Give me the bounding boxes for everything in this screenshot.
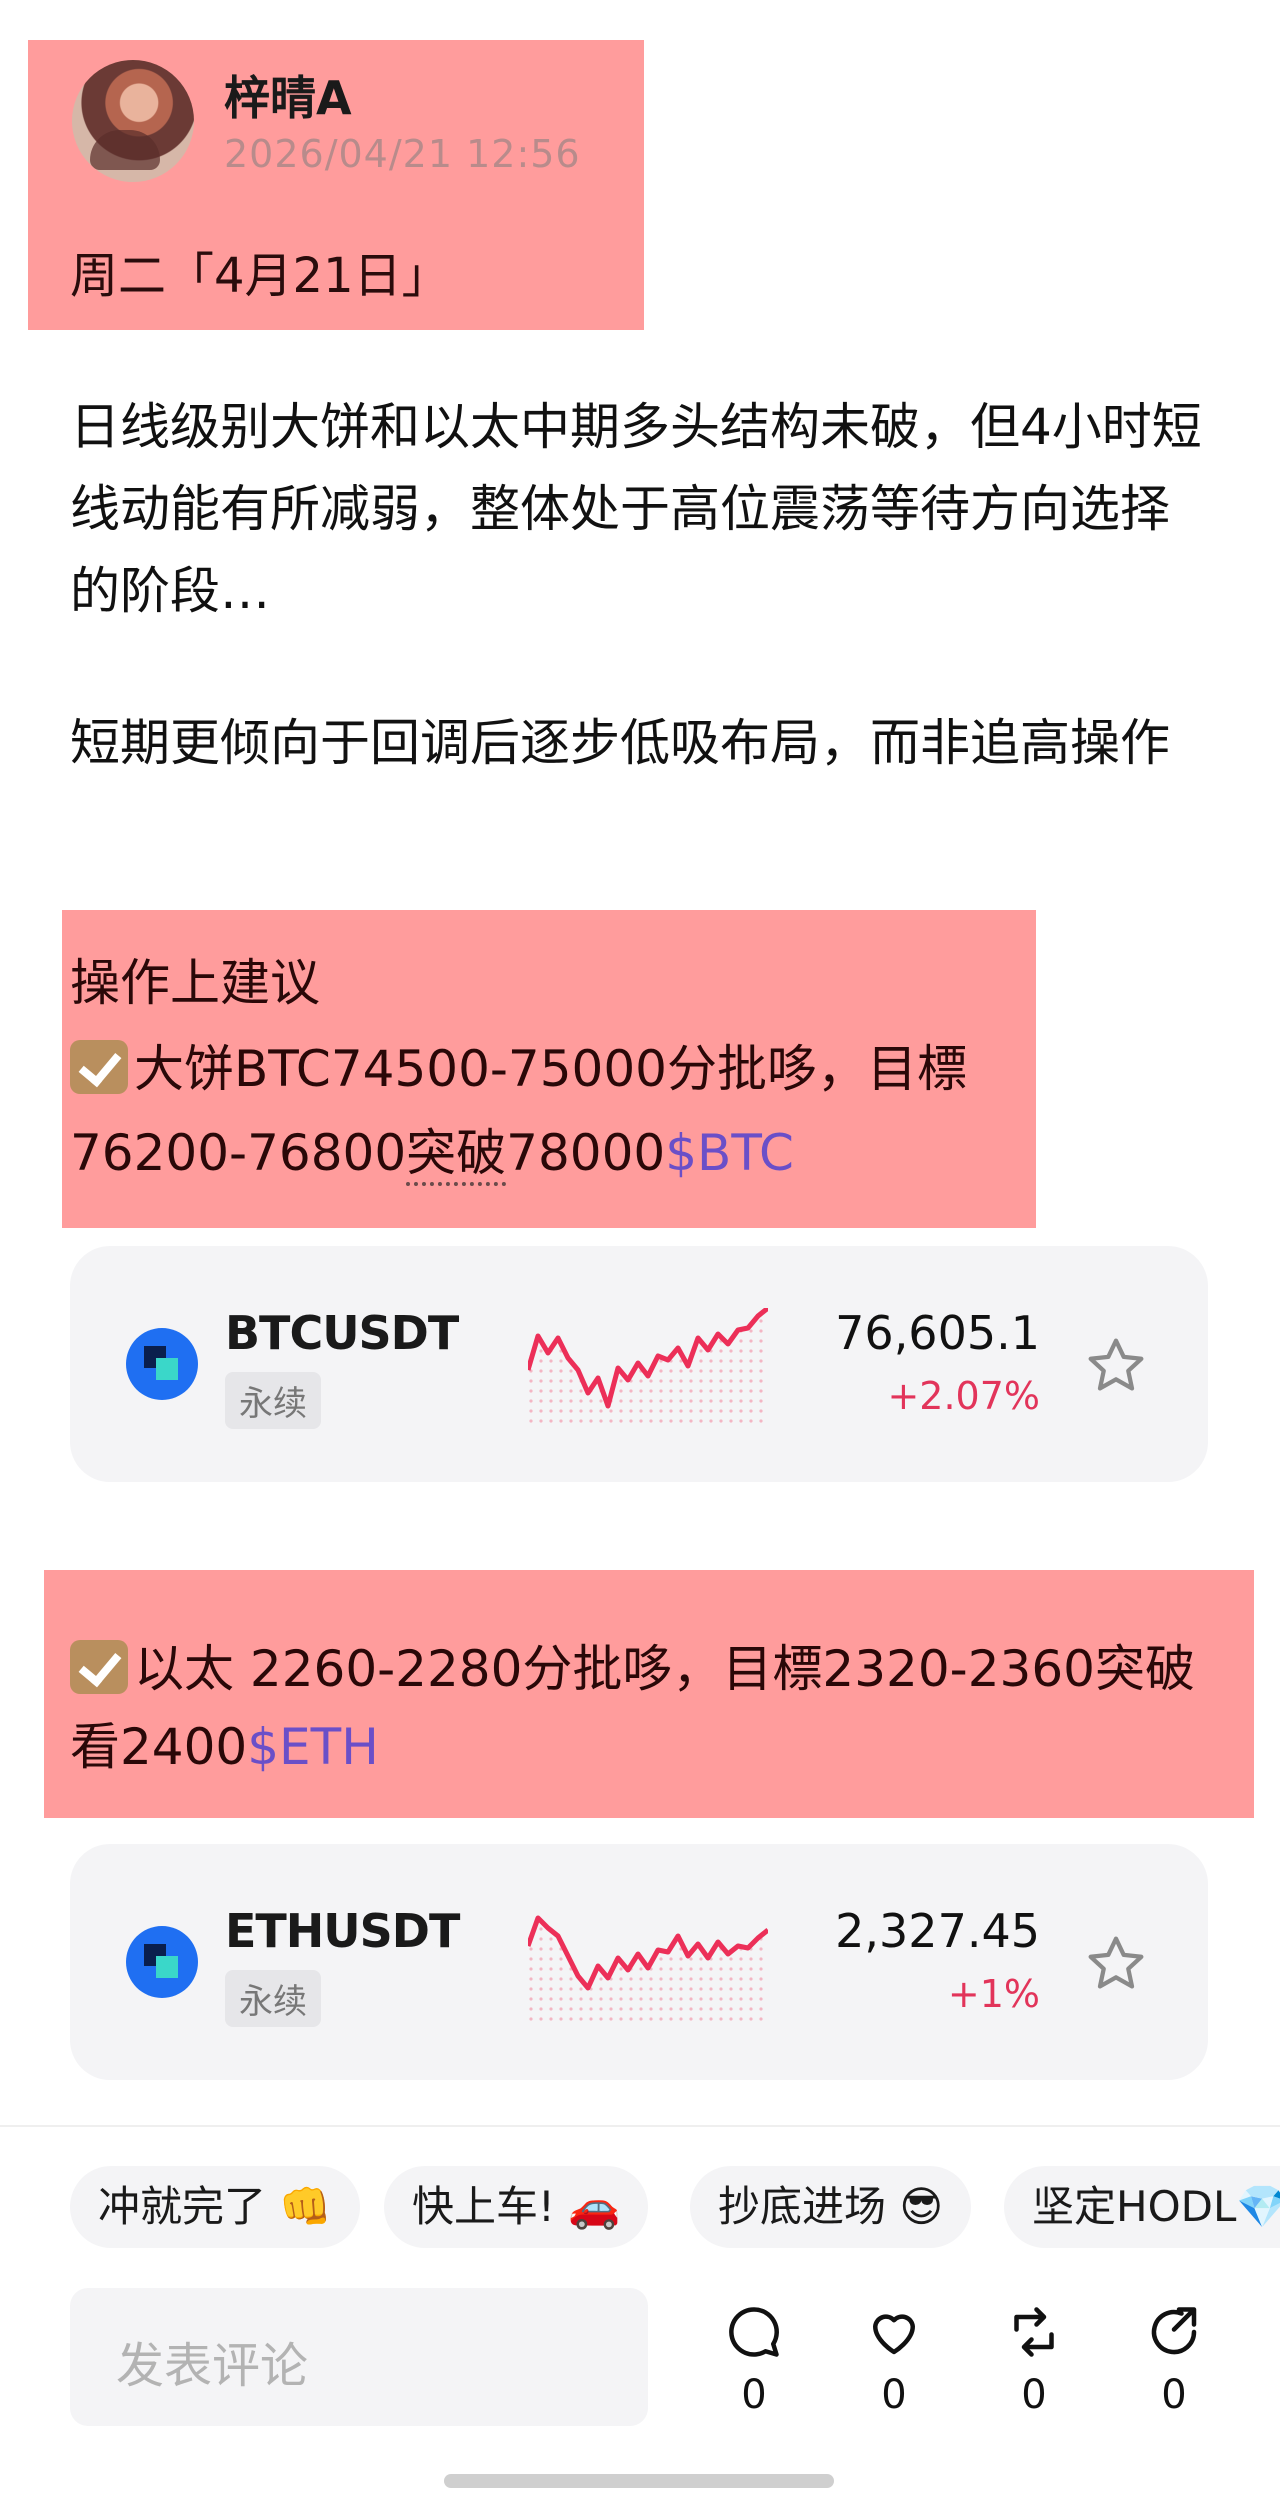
home-indicator bbox=[444, 2474, 834, 2488]
ticker-card-btc[interactable]: BTCUSDT 永续 76,605.1 +2.07% bbox=[70, 1246, 1208, 1482]
check-icon bbox=[70, 1040, 128, 1094]
card-type-badge: 永续 bbox=[225, 1372, 321, 1429]
btc-tip-line1: 大饼BTC74500-75000分批哆，目標 bbox=[70, 1028, 967, 1110]
repost-icon bbox=[1014, 2307, 1054, 2357]
comment-icon bbox=[729, 2307, 779, 2357]
btc-tip-line2: 76200-76800突破78000$BTC bbox=[70, 1112, 794, 1194]
eth-tip-line2: 看2400$ETH bbox=[70, 1718, 379, 1776]
favorite-star-icon[interactable] bbox=[1084, 1932, 1148, 1996]
reaction-chip-2[interactable]: 快上车! 🚗 bbox=[384, 2166, 649, 2248]
card-type-badge: 永续 bbox=[225, 1970, 321, 2027]
post-timestamp: 2026/04/21 12:56 bbox=[224, 132, 581, 176]
reaction-chip-3[interactable]: 抄底进场 😎 bbox=[690, 2166, 972, 2248]
post-paragraph-1: 日线级别大饼和以太中期多头结构未破，但4小时短线动能有所减弱，整体处于高位震荡等… bbox=[70, 398, 1202, 620]
like-count: 0 bbox=[881, 2372, 907, 2418]
card-change: +2.07% bbox=[887, 1374, 1040, 1418]
sparkline-btc bbox=[528, 1308, 768, 1428]
eth-tip-line1: 以太 2260-2280分批哆，目標2320-2360突破 bbox=[70, 1628, 1195, 1710]
comment-action[interactable]: 0 bbox=[714, 2302, 794, 2418]
repost-count: 0 bbox=[1021, 2372, 1047, 2418]
favorite-star-icon[interactable] bbox=[1084, 1334, 1148, 1398]
reaction-chip-1[interactable]: 冲就完了 👊 bbox=[70, 2166, 360, 2248]
card-price: 76,605.1 bbox=[835, 1306, 1040, 1360]
check-icon bbox=[70, 1640, 128, 1694]
repost-action[interactable]: 0 bbox=[994, 2302, 1074, 2418]
card-price: 2,327.45 bbox=[835, 1904, 1040, 1958]
card-symbol: BTCUSDT bbox=[225, 1306, 459, 1360]
tip-heading: 操作上建议 bbox=[70, 954, 320, 1012]
coin-icon bbox=[126, 1926, 198, 1998]
heart-icon bbox=[873, 2314, 915, 2355]
like-action[interactable]: 0 bbox=[854, 2302, 934, 2418]
card-symbol: ETHUSDT bbox=[225, 1904, 460, 1958]
reaction-chip-4[interactable]: 坚定HODL💎 bbox=[1004, 2166, 1280, 2248]
eth-ticker-link[interactable]: $ETH bbox=[247, 1718, 379, 1776]
day-title: 周二「4月21日」 bbox=[70, 248, 450, 304]
share-icon bbox=[1151, 2307, 1197, 2355]
sparkline-eth bbox=[528, 1915, 768, 2026]
btc-ticker-link[interactable]: $BTC bbox=[665, 1124, 794, 1182]
share-count: 0 bbox=[1161, 2372, 1187, 2418]
comment-count: 0 bbox=[741, 2372, 767, 2418]
author-name[interactable]: 梓晴A bbox=[224, 62, 352, 128]
coin-icon bbox=[126, 1328, 198, 1400]
card-change: +1% bbox=[947, 1972, 1040, 2016]
post-paragraph-2: 短期更倾向于回调后逐步低吸布局，而非追高操作 bbox=[70, 714, 1170, 772]
comment-input[interactable]: 发表评论 bbox=[70, 2288, 648, 2426]
share-action[interactable]: 0 bbox=[1134, 2302, 1214, 2418]
divider bbox=[0, 2125, 1280, 2127]
ticker-card-eth[interactable]: ETHUSDT 永续 2,327.45 +1% bbox=[70, 1844, 1208, 2080]
avatar[interactable] bbox=[72, 60, 194, 182]
comment-placeholder: 发表评论 bbox=[116, 2338, 309, 2394]
